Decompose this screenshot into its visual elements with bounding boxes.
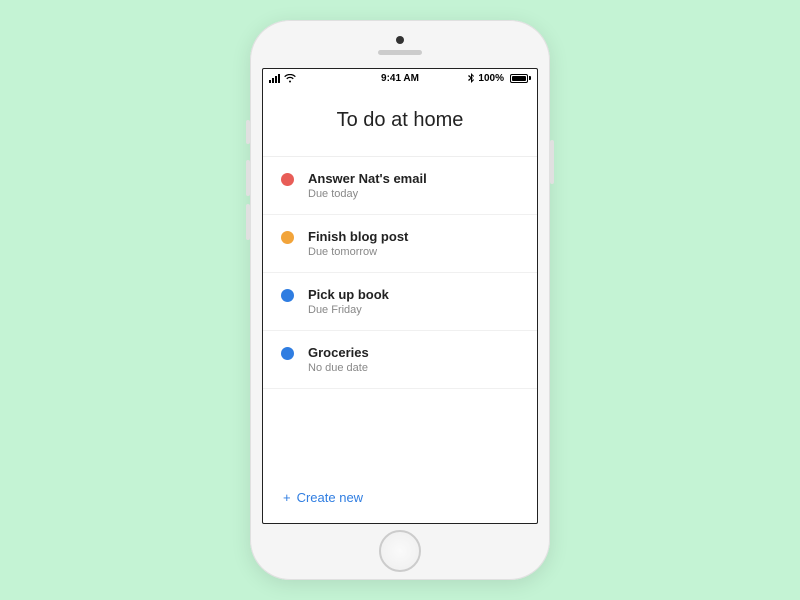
phone-camera	[396, 36, 404, 44]
item-subtitle: Due Friday	[308, 304, 389, 316]
list-item[interactable]: Groceries No due date	[263, 331, 537, 389]
priority-dot-icon	[281, 289, 294, 302]
wifi-icon	[284, 74, 296, 83]
list-item[interactable]: Answer Nat's email Due today	[263, 157, 537, 215]
home-button[interactable]	[379, 530, 421, 572]
priority-dot-icon	[281, 347, 294, 360]
phone-volume-down	[246, 204, 250, 240]
item-title: Groceries	[308, 345, 369, 360]
create-label: Create new	[297, 490, 363, 505]
list-item[interactable]: Finish blog post Due tomorrow	[263, 215, 537, 273]
create-new-button[interactable]: + Create new	[263, 472, 537, 523]
status-bar: 9:41 AM 100%	[263, 69, 537, 87]
screen: 9:41 AM 100% To do at home Answer Nat's …	[262, 68, 538, 524]
todo-list: Answer Nat's email Due today Finish blog…	[263, 157, 537, 472]
status-time: 9:41 AM	[381, 73, 419, 84]
item-subtitle: Due today	[308, 188, 427, 200]
priority-dot-icon	[281, 231, 294, 244]
page-title: To do at home	[263, 87, 537, 157]
phone-speaker	[378, 50, 422, 55]
priority-dot-icon	[281, 173, 294, 186]
bluetooth-icon	[468, 73, 474, 83]
item-title: Pick up book	[308, 287, 389, 302]
phone-frame: 9:41 AM 100% To do at home Answer Nat's …	[250, 20, 550, 580]
item-title: Finish blog post	[308, 229, 408, 244]
phone-volume-up	[246, 160, 250, 196]
item-title: Answer Nat's email	[308, 171, 427, 186]
battery-icon	[508, 74, 531, 83]
item-subtitle: No due date	[308, 362, 369, 374]
battery-percent: 100%	[478, 73, 504, 84]
phone-power-button	[550, 140, 554, 184]
list-item[interactable]: Pick up book Due Friday	[263, 273, 537, 331]
phone-mute-switch	[246, 120, 250, 144]
item-subtitle: Due tomorrow	[308, 246, 408, 258]
plus-icon: +	[283, 490, 291, 505]
cellular-icon	[269, 74, 280, 83]
